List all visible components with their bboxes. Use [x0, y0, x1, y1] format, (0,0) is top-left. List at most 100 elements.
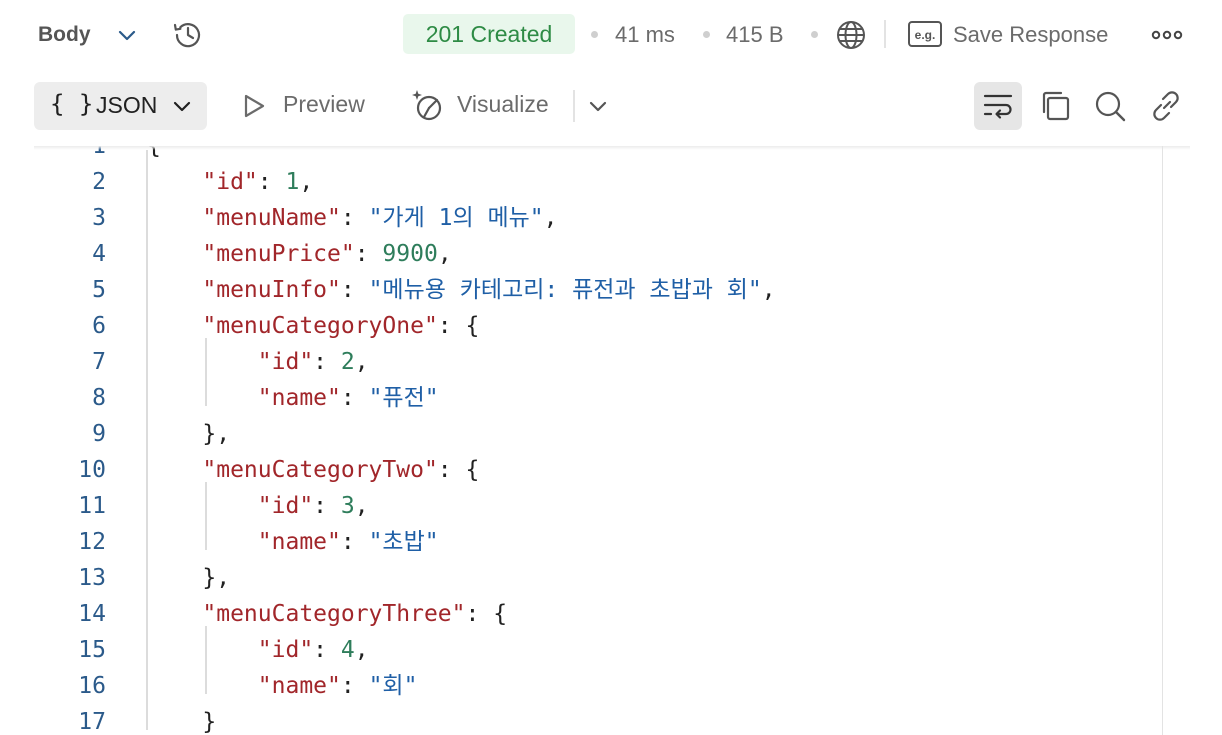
- code-text: "name": "초밥": [147, 524, 439, 560]
- code-token: : {: [437, 313, 480, 339]
- code-text: }: [147, 704, 216, 735]
- line-number: 17: [78, 709, 106, 735]
- indent-guide: [146, 150, 148, 730]
- code-token: ,: [299, 169, 314, 195]
- code-token: :: [313, 349, 341, 375]
- code-token: "회": [368, 673, 418, 699]
- code-token: "menuCategoryOne": [202, 313, 438, 339]
- code-line: 14 "menuCategoryThree": {: [34, 596, 1154, 632]
- code-text: "menuPrice": 9900,: [147, 236, 451, 272]
- code-token: "menuCategoryThree": [202, 601, 466, 627]
- eg-label: e.g.: [915, 28, 936, 42]
- code-token: :: [313, 637, 341, 663]
- code-token: :: [313, 493, 341, 519]
- separator-dot: [811, 31, 818, 38]
- code-token: :: [340, 277, 369, 303]
- status-badge[interactable]: 201 Created: [403, 14, 575, 54]
- code-line: 10 "menuCategoryTwo": {: [34, 452, 1154, 488]
- visualize-button[interactable]: Visualize: [410, 86, 570, 126]
- link-icon[interactable]: [1148, 88, 1184, 124]
- code-token: "menuName": [202, 205, 341, 231]
- code-token: : {: [465, 601, 508, 627]
- code-token: "메뉴용 카테고리: 퓨전과 초밥과 회": [368, 277, 762, 303]
- wrap-lines-button[interactable]: [974, 82, 1022, 130]
- code-text: "name": "회": [147, 668, 418, 704]
- code-token: :: [257, 169, 286, 195]
- visualize-label: Visualize: [457, 91, 549, 117]
- code-line: 11 "id": 3,: [34, 488, 1154, 524]
- code-token: : {: [437, 457, 480, 483]
- code-token: "id": [257, 493, 314, 519]
- code-token: "menuPrice": [202, 241, 355, 267]
- indent-guide: [205, 338, 207, 406]
- editor-top-shadow: [34, 146, 1190, 150]
- line-number: 10: [78, 457, 106, 483]
- line-number: 5: [92, 277, 106, 303]
- globe-icon[interactable]: [834, 18, 868, 52]
- preview-button[interactable]: Preview: [240, 86, 380, 126]
- code-line: 17 }: [34, 704, 1154, 735]
- line-number: 12: [78, 529, 106, 555]
- code-token: :: [340, 673, 369, 699]
- code-text: "id": 2,: [147, 344, 369, 380]
- line-number: 13: [78, 565, 106, 591]
- copy-icon[interactable]: [1038, 88, 1072, 124]
- code-token: :: [340, 385, 369, 411]
- response-body-editor[interactable]: 1{2 "id": 1, 3 "menuName": "가게 1의 메뉴", 4 "…: [34, 146, 1162, 735]
- editor-right-border: [1162, 146, 1163, 735]
- code-token: :: [354, 241, 383, 267]
- code-line: 5 "menuInfo": "메뉴용 카테고리: 퓨전과 초밥과 회",: [34, 272, 1154, 308]
- sparkle-icon: [412, 90, 442, 121]
- code-token: ,: [761, 277, 776, 303]
- line-number: 4: [92, 241, 106, 267]
- indent-guide: [205, 482, 207, 550]
- preview-label: Preview: [283, 91, 365, 117]
- code-token: },: [202, 421, 231, 447]
- play-icon: [244, 94, 265, 118]
- code-token: "id": [202, 169, 258, 195]
- line-number: 16: [78, 673, 106, 699]
- chevron-down-icon[interactable]: [116, 24, 138, 46]
- code-token: "퓨전": [368, 385, 439, 411]
- more-icon[interactable]: [1150, 26, 1184, 44]
- code-text: "id": 3,: [147, 488, 369, 524]
- search-icon[interactable]: [1093, 88, 1127, 124]
- format-dropdown[interactable]: { } JSON: [34, 82, 207, 130]
- save-response-button[interactable]: Save Response: [953, 20, 1108, 50]
- format-label: JSON: [96, 92, 158, 118]
- code-token: ,: [354, 493, 369, 519]
- body-tab[interactable]: Body: [38, 20, 91, 50]
- response-time[interactable]: 41 ms: [615, 20, 675, 50]
- line-number: 6: [92, 313, 106, 339]
- separator-dot: [703, 31, 710, 38]
- code-token: ,: [354, 349, 369, 375]
- code-token: ,: [354, 637, 369, 663]
- code-text: "menuName": "가게 1의 메뉴",: [147, 200, 557, 236]
- eg-icon: e.g.: [908, 21, 942, 47]
- response-size[interactable]: 415 B: [726, 20, 784, 50]
- code-text: "menuCategoryThree": {: [147, 596, 507, 632]
- code-token: "menuInfo": [202, 277, 341, 303]
- divider: [573, 90, 575, 122]
- code-text: "id": 1,: [147, 164, 313, 200]
- line-number: 9: [92, 421, 106, 447]
- line-number: 8: [92, 385, 106, 411]
- code-token: "id": [257, 637, 314, 663]
- code-token: 9900: [382, 241, 438, 267]
- separator-dot: [591, 31, 598, 38]
- code-text: "name": "퓨전": [147, 380, 439, 416]
- history-icon[interactable]: [171, 18, 205, 52]
- indent-guide: [205, 626, 207, 694]
- code-line: 9 },: [34, 416, 1154, 452]
- chevron-down-icon[interactable]: [587, 95, 609, 117]
